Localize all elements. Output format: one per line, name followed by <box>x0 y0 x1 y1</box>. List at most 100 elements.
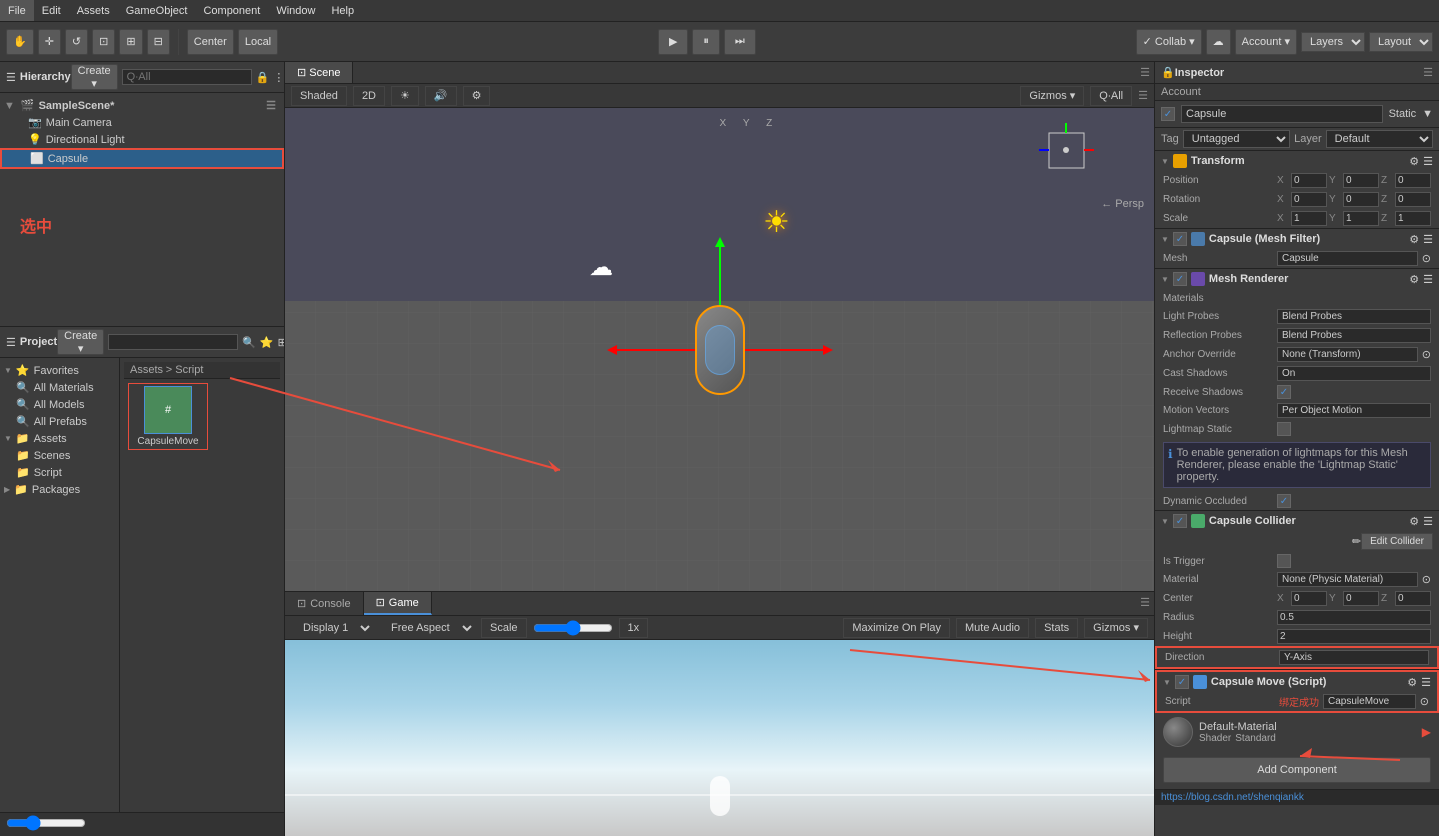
mf-more-icon[interactable]: ☰ <box>1423 233 1433 246</box>
center-btn[interactable]: Center <box>187 29 234 55</box>
rect-tool-btn[interactable]: ⊞ <box>119 29 142 55</box>
game-gizmos-btn[interactable]: Gizmos ▾ <box>1084 618 1148 638</box>
cc-active[interactable] <box>1173 514 1187 528</box>
breadcrumb-script[interactable]: Script <box>175 364 203 376</box>
pause-btn[interactable]: ⏸ <box>692 29 720 55</box>
mesh-renderer-header[interactable]: ▼ Mesh Renderer ⚙ ☰ <box>1155 269 1439 289</box>
fx-btn[interactable]: ⚙ <box>463 86 491 106</box>
tree-assets[interactable]: ▼ 📁 Assets <box>0 430 119 447</box>
mesh-value[interactable]: Capsule <box>1277 251 1418 266</box>
menu-file[interactable]: File <box>0 0 34 21</box>
lightmap-static-checkbox[interactable] <box>1277 422 1291 436</box>
hand-tool-btn[interactable]: ✋ <box>6 29 34 55</box>
add-component-btn[interactable]: Add Component <box>1163 757 1431 783</box>
mf-reset-icon[interactable]: ⚙ <box>1409 233 1419 246</box>
2d-btn[interactable]: 2D <box>353 86 385 106</box>
scene-canvas[interactable]: ☀ ☁ <box>285 108 1154 591</box>
cm-reset-icon[interactable]: ⚙ <box>1407 676 1417 689</box>
gizmos-btn[interactable]: Gizmos ▾ <box>1020 86 1084 106</box>
hierarchy-search[interactable] <box>122 69 252 85</box>
step-btn[interactable]: ⏭ <box>724 29 756 55</box>
menu-edit[interactable]: Edit <box>34 0 69 21</box>
transform-reset-icon[interactable]: ⚙ <box>1409 155 1419 168</box>
direction-value[interactable]: Y-Axis <box>1279 650 1429 665</box>
hierarchy-lock-icon[interactable]: 🔒 <box>256 71 270 84</box>
move-tool-btn[interactable]: ✛ <box>38 29 61 55</box>
inspector-more-icon[interactable]: ☰ <box>1423 66 1433 79</box>
game-panel-more[interactable]: ☰ <box>1136 592 1154 615</box>
tab-scene[interactable]: ⊡ Scene <box>285 62 353 83</box>
display-dropdown[interactable]: Display 1 <box>291 618 373 638</box>
scale-z-input[interactable] <box>1395 211 1431 226</box>
hierarchy-capsule[interactable]: ⬜ Capsule <box>0 148 284 169</box>
scale-x-input[interactable] <box>1291 211 1327 226</box>
pos-y-input[interactable] <box>1343 173 1379 188</box>
tree-all-materials[interactable]: 🔍 All Materials <box>0 379 119 396</box>
shading-dropdown[interactable]: Shaded <box>291 86 347 106</box>
cc-more-icon[interactable]: ☰ <box>1423 515 1433 528</box>
mr-more-icon[interactable]: ☰ <box>1423 273 1433 286</box>
mesh-filter-header[interactable]: ▼ Capsule (Mesh Filter) ⚙ ☰ <box>1155 229 1439 249</box>
scale-slider[interactable] <box>533 620 613 636</box>
layer-select[interactable]: Default <box>1326 130 1433 148</box>
play-btn[interactable]: ▶ <box>658 29 688 55</box>
aspect-dropdown[interactable]: Free Aspect <box>379 618 475 638</box>
project-create-btn[interactable]: Create ▾ <box>57 329 104 355</box>
tree-all-prefabs[interactable]: 🔍 All Prefabs <box>0 413 119 430</box>
scale-tool-btn[interactable]: ⊡ <box>92 29 115 55</box>
object-active-checkbox[interactable] <box>1161 107 1175 121</box>
menu-help[interactable]: Help <box>323 0 362 21</box>
scale-y-input[interactable] <box>1343 211 1379 226</box>
light-probes-value[interactable]: Blend Probes <box>1277 309 1431 324</box>
center-z-input[interactable] <box>1395 591 1431 606</box>
tab-console[interactable]: ⊡ Console <box>285 592 364 615</box>
collider-mat-target-icon[interactable]: ⊙ <box>1422 573 1431 586</box>
menu-assets[interactable]: Assets <box>69 0 118 21</box>
is-trigger-checkbox[interactable] <box>1277 554 1291 568</box>
account-btn[interactable]: Account ▾ <box>1235 29 1297 55</box>
layout-dropdown[interactable]: Layout <box>1369 32 1433 52</box>
tree-script[interactable]: 📁 Script <box>0 464 119 481</box>
height-input[interactable] <box>1277 629 1431 644</box>
rot-z-input[interactable] <box>1395 192 1431 207</box>
cc-reset-icon[interactable]: ⚙ <box>1409 515 1419 528</box>
project-filter-icon[interactable]: ⊞ <box>278 336 284 349</box>
tree-scenes[interactable]: 📁 Scenes <box>0 447 119 464</box>
scene-search[interactable]: Q∙All <box>1090 86 1132 106</box>
game-canvas[interactable] <box>285 640 1154 836</box>
lighting-btn[interactable]: ☀ <box>391 86 419 106</box>
script-target-icon[interactable]: ⊙ <box>1420 695 1429 708</box>
cast-shadows-value[interactable]: On <box>1277 366 1431 381</box>
cloud-btn[interactable]: ☁ <box>1206 29 1231 55</box>
asset-size-slider[interactable] <box>6 815 86 831</box>
dynamic-occluded-checkbox[interactable] <box>1277 494 1291 508</box>
mute-audio-btn[interactable]: Mute Audio <box>956 618 1029 638</box>
rotate-tool-btn[interactable]: ↺ <box>65 29 88 55</box>
tag-select[interactable]: Untagged <box>1183 130 1290 148</box>
local-btn[interactable]: Local <box>238 29 278 55</box>
mr-reset-icon[interactable]: ⚙ <box>1409 273 1419 286</box>
gizmo-cube[interactable] <box>1039 123 1094 178</box>
radius-input[interactable] <box>1277 610 1431 625</box>
center-x-input[interactable] <box>1291 591 1327 606</box>
mr-active[interactable] <box>1173 272 1187 286</box>
inspector-lock-icon[interactable]: 🔒 <box>1161 66 1175 79</box>
anchor-override-value[interactable]: None (Transform) <box>1277 347 1418 362</box>
edit-collider-btn[interactable]: Edit Collider <box>1361 533 1433 550</box>
project-search-icon[interactable]: 🔍 <box>242 336 256 349</box>
capsule-move-header[interactable]: ▼ Capsule Move (Script) ⚙ ☰ <box>1157 672 1437 692</box>
breadcrumb-assets[interactable]: Assets <box>130 364 163 376</box>
collider-material-value[interactable]: None (Physic Material) <box>1277 572 1418 587</box>
script-value[interactable]: CapsuleMove <box>1323 694 1416 709</box>
anchor-target-icon[interactable]: ⊙ <box>1422 348 1431 361</box>
project-search[interactable] <box>108 334 238 350</box>
menu-gameobject[interactable]: GameObject <box>118 0 196 21</box>
mf-active[interactable] <box>1173 232 1187 246</box>
reflection-probes-value[interactable]: Blend Probes <box>1277 328 1431 343</box>
tab-game[interactable]: ⊡ Game <box>364 592 432 615</box>
object-name-input[interactable]: Capsule <box>1181 105 1383 123</box>
hierarchy-scene[interactable]: ▼ 🎬 SampleScene* ☰ <box>0 97 284 114</box>
motion-vectors-value[interactable]: Per Object Motion <box>1277 403 1431 418</box>
maximize-on-play-btn[interactable]: Maximize On Play <box>843 618 950 638</box>
rot-x-input[interactable] <box>1291 192 1327 207</box>
